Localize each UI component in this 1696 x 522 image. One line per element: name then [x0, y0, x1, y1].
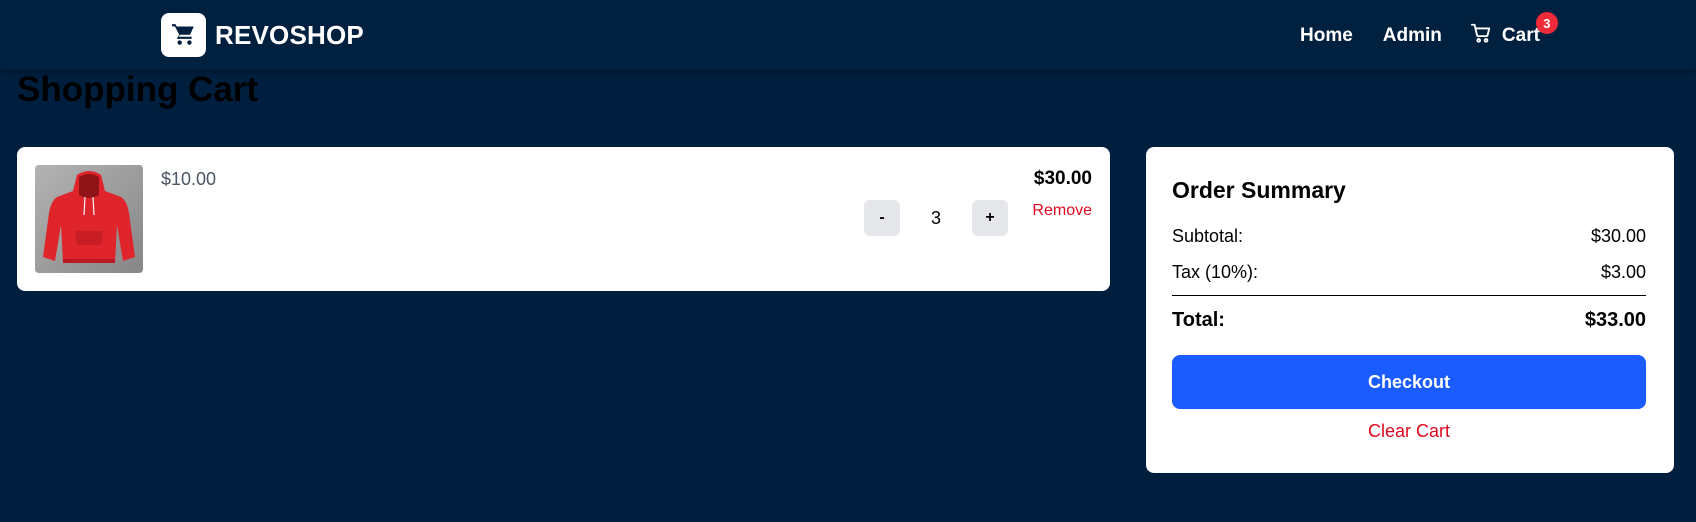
decrement-button[interactable]: - [864, 200, 900, 236]
nav-home-link[interactable]: Home [1300, 25, 1353, 47]
total-row: Total: $33.00 [1172, 309, 1646, 332]
top-navbar: REVOSHOP Home Admin Cart 3 [0, 0, 1696, 70]
line-total: $30.00 [1033, 168, 1092, 189]
clear-cart-button[interactable]: Clear Cart [1172, 421, 1646, 442]
summary-divider [1172, 295, 1646, 296]
red-hoodie-image [35, 165, 143, 273]
subtotal-label: Subtotal: [1172, 226, 1244, 246]
unit-price: $10.00 [161, 169, 217, 189]
nav-cart-label: Cart [1501, 25, 1540, 46]
nav-admin-link[interactable]: Admin [1383, 25, 1442, 47]
total-value: $33.00 [1584, 309, 1646, 331]
quantity-value: 3 [930, 207, 941, 228]
nav-cart-link[interactable]: Cart 3 [1470, 12, 1558, 50]
tax-row: Tax (10%): $3.00 [1172, 262, 1646, 283]
checkout-button[interactable]: Checkout [1172, 355, 1646, 409]
tax-value: $3.00 [1600, 262, 1646, 282]
summary-title: Order Summary [1172, 177, 1346, 203]
cart-count-badge: 3 [1535, 12, 1558, 34]
order-summary: Order Summary Subtotal: $30.00 Tax (10%)… [1146, 147, 1674, 473]
total-label: Total: [1172, 309, 1225, 331]
subtotal-value: $30.00 [1590, 226, 1646, 246]
cart-outline-icon [1470, 22, 1492, 50]
remove-button[interactable]: Remove [1032, 202, 1092, 220]
tax-label: Tax (10%): [1172, 262, 1259, 282]
nav-links: Home Admin Cart 3 [1300, 12, 1558, 50]
cart-item: $10.00 - 3 + $30.00 Remove [17, 147, 1110, 291]
shopping-cart-icon [161, 13, 206, 57]
quantity-stepper: - 3 + [864, 200, 1008, 236]
subtotal-row: Subtotal: $30.00 [1172, 226, 1646, 247]
brand-name: REVOSHOP [215, 19, 364, 50]
brand[interactable]: REVOSHOP [161, 13, 364, 57]
increment-button[interactable]: + [972, 200, 1008, 236]
page-title: Shopping Cart [17, 70, 259, 109]
